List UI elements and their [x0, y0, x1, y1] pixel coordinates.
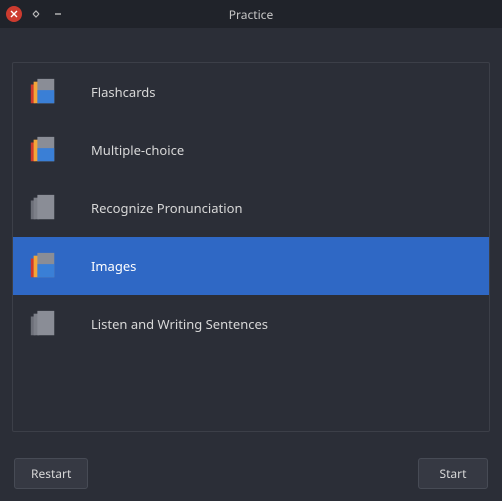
maximize-button[interactable] [28, 6, 44, 22]
list-item-listen-writing[interactable]: Listen and Writing Sentences [13, 295, 489, 353]
list-item-label: Recognize Pronunciation [91, 199, 243, 217]
practice-mode-list: Flashcards Multiple-choice [12, 62, 490, 432]
list-item-label: Listen and Writing Sentences [91, 315, 268, 333]
images-icon [27, 250, 59, 282]
restart-button[interactable]: Restart [14, 458, 88, 489]
list-item-multiple-choice[interactable]: Multiple-choice [13, 121, 489, 179]
titlebar: Practice [0, 0, 502, 28]
list-item-images[interactable]: Images [13, 237, 489, 295]
list-item-label: Images [91, 257, 136, 275]
minimize-button[interactable] [50, 6, 66, 22]
start-button[interactable]: Start [418, 458, 488, 489]
list-item-label: Multiple-choice [91, 141, 184, 159]
titlebar-buttons [0, 6, 66, 22]
close-button[interactable] [6, 6, 22, 22]
list-item-recognize-pronunciation[interactable]: Recognize Pronunciation [13, 179, 489, 237]
listen-writing-icon [27, 308, 59, 340]
window-title: Practice [0, 6, 502, 23]
button-row: Restart Start [12, 458, 490, 489]
recognize-pronunciation-icon [27, 192, 59, 224]
list-item-label: Flashcards [91, 83, 156, 101]
content-area: Flashcards Multiple-choice [0, 28, 502, 501]
flashcards-icon [27, 76, 59, 108]
multiple-choice-icon [27, 134, 59, 166]
list-item-flashcards[interactable]: Flashcards [13, 63, 489, 121]
